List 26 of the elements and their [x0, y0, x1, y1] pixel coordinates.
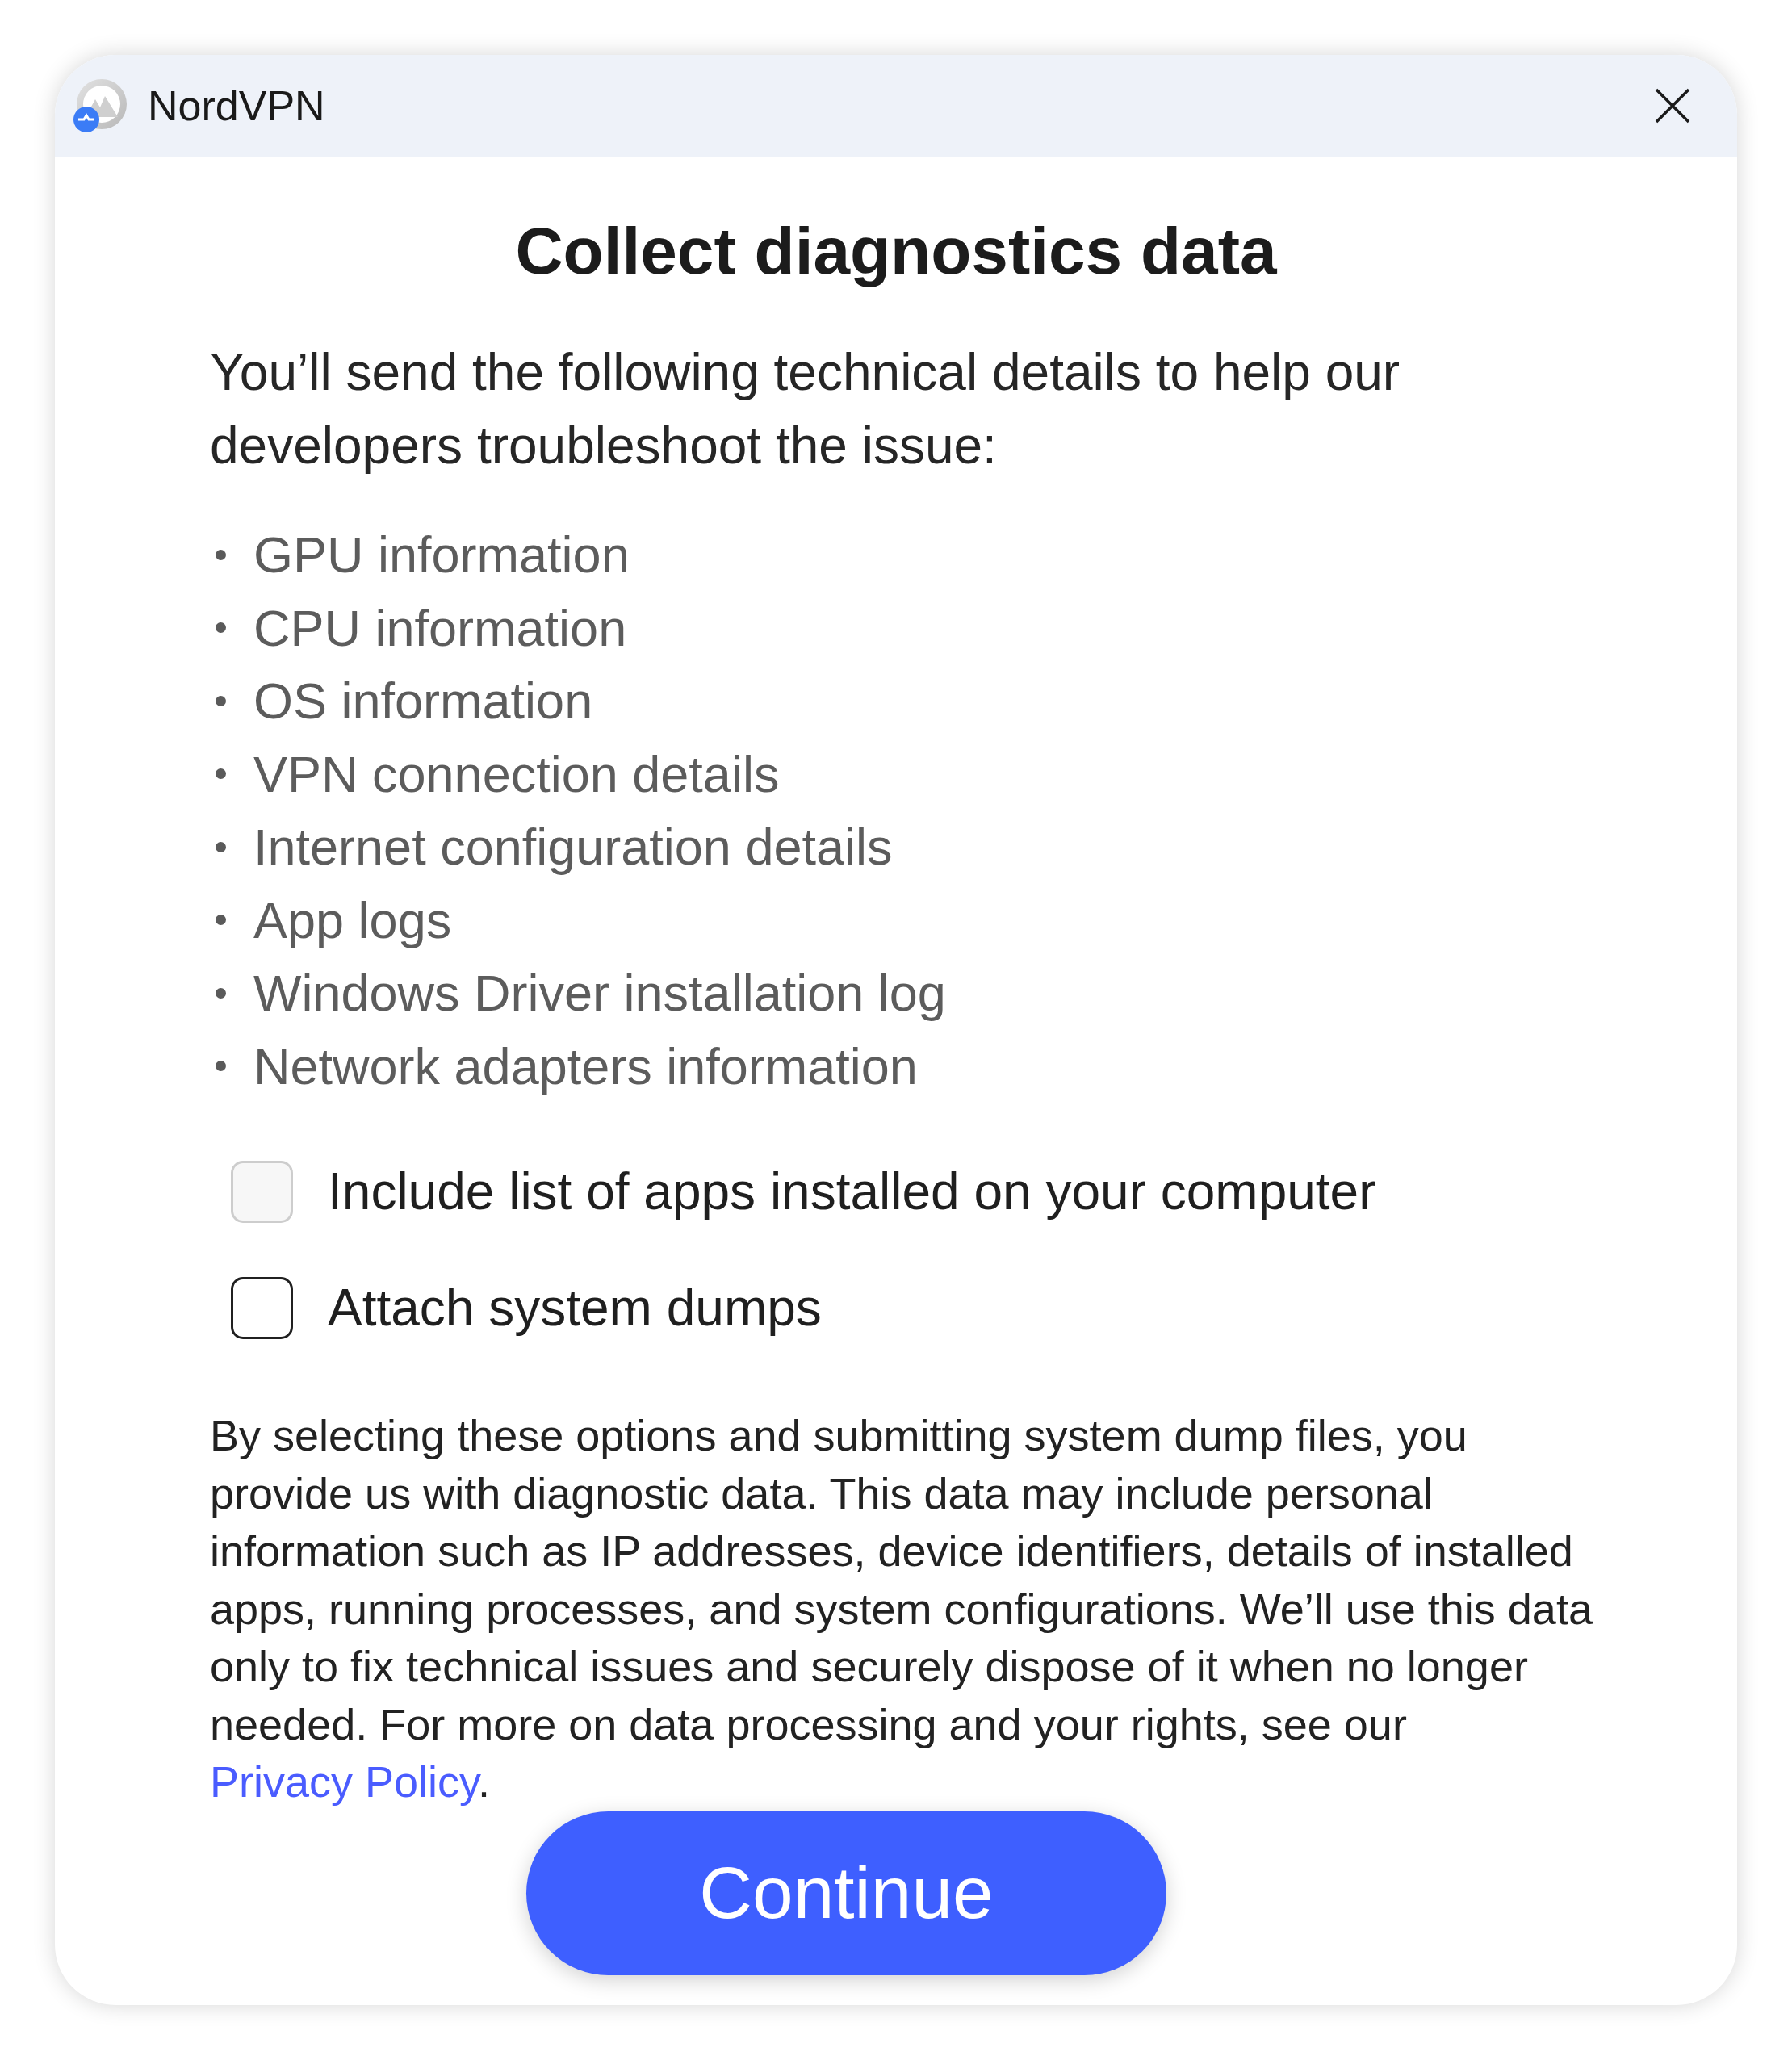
close-icon [1655, 88, 1690, 124]
detail-item: Internet configuration details [253, 818, 893, 877]
disclaimer-text: By selecting these options and submitting system dump files, you provide us with diagnostic data. This data may include personal information such as IP addresses, device identifiers, details of installed apps, running processes, and system configurations. We’ll use this data only to fix technical issues and securely dispose of it when no longer needed. For more on data processing and your rights, see our Privacy Policy. [210, 1410, 1593, 1807]
bullet-icon [216, 841, 226, 852]
checkbox-label[interactable]: Attach system dumps [328, 1277, 822, 1339]
detail-item: CPU information [253, 598, 627, 658]
bullet-icon [216, 987, 226, 999]
bullet-icon [216, 695, 226, 706]
bullet-icon [216, 622, 226, 634]
intro-text: You’ll send the following technical details to help our developers troubleshoot the issue: [210, 342, 1401, 476]
bullet-icon [216, 549, 226, 560]
detail-item: Network adapters information [253, 1036, 918, 1096]
window-title: NordVPN [148, 82, 325, 130]
bullet-icon [216, 768, 226, 780]
logo-icon [73, 78, 128, 133]
dialog-heading: Collect diagnostics data [515, 213, 1277, 289]
detail-item: VPN connection details [253, 744, 780, 804]
detail-item: Windows Driver installation log [253, 964, 946, 1024]
detail-item: GPU information [253, 525, 630, 585]
bullet-icon [216, 915, 226, 926]
bullet-icon [216, 1061, 226, 1072]
detail-item: OS information [253, 672, 593, 731]
detail-item: App logs [253, 890, 452, 950]
continue-button[interactable]: Continue [526, 1811, 1166, 1975]
checkbox[interactable] [231, 1277, 293, 1339]
privacy-policy-link[interactable]: Privacy Policy [210, 1757, 479, 1806]
